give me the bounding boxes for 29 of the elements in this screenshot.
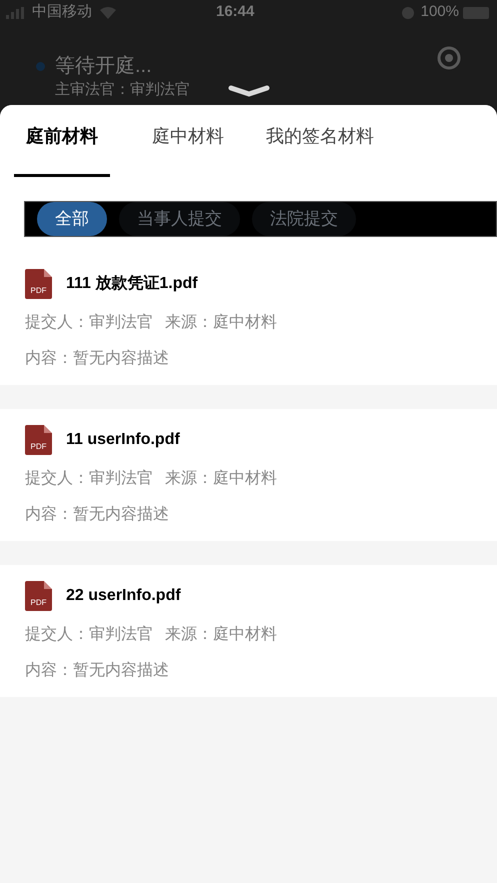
filter-chip[interactable]: 法院提交 [252, 202, 356, 236]
file-name: 11 userInfo.pdf [66, 430, 180, 450]
submitter-text: 提交人：审判法官 [25, 312, 153, 333]
chevron-down-icon[interactable] [228, 83, 270, 99]
hearing-status: 等待开庭... [55, 54, 153, 79]
carrier-name: 中国移动 [32, 2, 92, 22]
submitter-text: 提交人：审判法官 [25, 624, 153, 645]
judge-label: 主审法官：审判法官 [55, 80, 190, 100]
battery-percent: 100% [420, 2, 459, 22]
source-text: 来源：庭中材料 [165, 468, 277, 489]
filter-chip[interactable]: 全部 [37, 202, 107, 236]
filter-chip[interactable]: 当事人提交 [119, 202, 240, 236]
clock-time: 16:44 [216, 2, 254, 22]
pdf-file-icon: PDF [25, 425, 52, 455]
source-text: 来源：庭中材料 [165, 312, 277, 333]
record-icon[interactable] [436, 45, 462, 71]
tab[interactable]: 我的签名材料 [254, 105, 386, 177]
wifi-icon [100, 6, 116, 18]
content-text: 内容：暂无内容描述 [25, 348, 170, 369]
source-text: 来源：庭中材料 [165, 624, 277, 645]
file-name: 22 userInfo.pdf [66, 586, 181, 606]
battery-icon [463, 6, 491, 18]
file-name: 111 放款凭证1.pdf [66, 274, 198, 294]
pdf-file-icon: PDF [25, 269, 52, 299]
pdf-file-icon: PDF [25, 581, 52, 611]
submitter-text: 提交人：审判法官 [25, 468, 153, 489]
content-text: 内容：暂无内容描述 [25, 660, 170, 681]
tab[interactable]: 庭中材料 [140, 105, 236, 177]
content-text: 内容：暂无内容描述 [25, 504, 170, 525]
